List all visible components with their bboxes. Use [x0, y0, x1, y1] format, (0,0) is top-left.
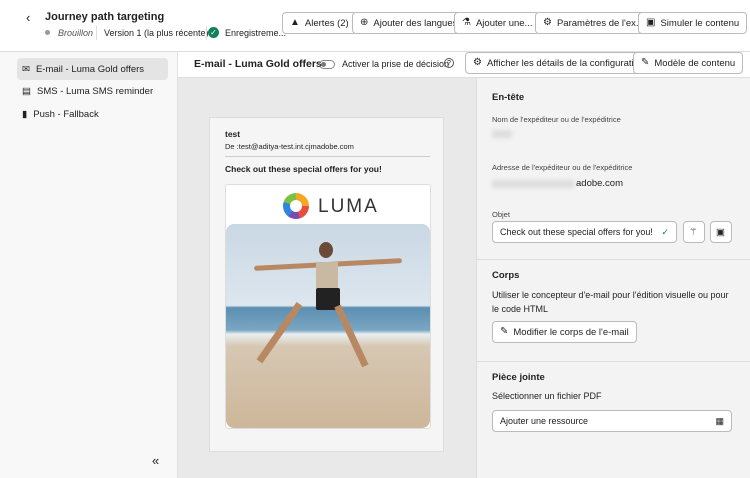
decision-toggle-label: Activer la prise de décision — [342, 59, 450, 69]
magic-wand-icon: ⚚ — [689, 226, 698, 238]
email-icon: ✉ — [22, 63, 30, 75]
page-title: Journey path targeting — [45, 11, 165, 23]
sidebar-item-label: E-mail - Luma Gold offers — [35, 63, 145, 75]
sidebar-item-push[interactable]: ▮ Push - Fallback — [17, 103, 168, 125]
header: ‹ Journey path targeting Brouillon Versi… — [0, 0, 750, 52]
sms-icon: ▤ — [22, 85, 31, 97]
hero-image — [226, 224, 430, 428]
luma-logo-text: LUMA — [318, 196, 379, 217]
valid-check-icon: ✓ — [661, 226, 669, 237]
execution-settings-label: Paramètres de l'ex... — [556, 17, 644, 29]
body-description: Utiliser le concepteur d'e-mail pour l'é… — [492, 290, 729, 314]
add-languages-button[interactable]: ⊕ Ajouter des langues — [352, 12, 466, 34]
preview-sender: test — [225, 129, 241, 139]
content-title: E-mail - Luma Gold offers — [194, 58, 322, 70]
globe-icon: ⊕ — [360, 17, 369, 28]
email-body: LUMA — [225, 184, 431, 429]
add-experiment-button[interactable]: ⚗ Ajouter une... — [454, 12, 541, 34]
warning-icon: ▲ — [290, 17, 300, 28]
settings-icon: ⚙ — [543, 17, 552, 28]
push-icon: ▮ — [22, 108, 28, 120]
sidebar-item-sms[interactable]: ▤ SMS - Luma SMS reminder — [17, 80, 168, 102]
status-dot — [45, 30, 50, 35]
template-icon: ✎ — [641, 57, 650, 68]
sidebar-item-label: Push - Fallback — [33, 108, 99, 120]
attachment-section-title: Pièce jointe — [492, 372, 545, 383]
show-config-label: Afficher les détails de la configuration — [486, 57, 645, 69]
collapse-sidebar-icon[interactable]: « — [152, 453, 159, 468]
sender-name-label: Nom de l'expéditeur ou de l'expéditrice — [492, 115, 621, 124]
subject-value: Check out these special offers for you! — [500, 227, 653, 237]
preview-from: De :test@aditya-test.int.cjmadobe.com — [225, 142, 354, 151]
help-icon[interactable]: ? — [444, 58, 454, 68]
execution-settings-button[interactable]: ⚙ Paramètres de l'ex... — [535, 12, 652, 34]
attachment-description: Sélectionner un fichier PDF — [492, 391, 602, 401]
add-languages-label: Ajouter des langues — [373, 17, 458, 29]
simulate-content-label: Simuler le contenu — [660, 17, 740, 29]
content-toolbar: E-mail - Luma Gold offers Activer la pri… — [178, 52, 750, 78]
alerts-label: Alertes (2) — [304, 17, 349, 29]
email-preview: test De :test@aditya-test.int.cjmadobe.c… — [209, 117, 444, 452]
experiment-icon: ⚗ — [462, 17, 471, 28]
alerts-button[interactable]: ▲ Alertes (2) — [282, 12, 357, 34]
version-label: Version 1 (la plus récente) — [104, 28, 209, 38]
config-icon: ⚙ — [473, 57, 482, 68]
edit-email-body-label: Modifier le corps de l'e-mail — [513, 326, 629, 338]
back-icon[interactable]: ‹ — [26, 10, 30, 25]
ai-assistant-button[interactable]: ⚚ — [683, 221, 705, 243]
sender-address-label: Adresse de l'expéditeur ou de l'expéditr… — [492, 163, 633, 172]
status-label: Brouillon — [58, 28, 94, 38]
saved-status: Enregistreme... — [225, 28, 287, 38]
sender-address-redacted — [492, 180, 574, 188]
add-resource-label: Ajouter une ressource — [500, 416, 589, 426]
content-template-label: Modèle de contenu — [654, 57, 736, 69]
simulate-icon: ▣ — [646, 17, 656, 28]
body-section-title: Corps — [492, 270, 520, 281]
check-circle-icon: ✓ — [208, 27, 219, 38]
asset-picker-icon[interactable]: ▦ — [715, 416, 724, 427]
personalization-icon: ▣ — [716, 226, 725, 238]
personalize-button[interactable]: ▣ — [710, 221, 732, 243]
subject-label: Objet — [492, 210, 510, 219]
luma-logo-icon — [283, 193, 309, 219]
edit-email-body-button[interactable]: ✎ Modifier le corps de l'e-mail — [492, 321, 637, 343]
sidebar-item-email[interactable]: ✉ E-mail - Luma Gold offers — [17, 58, 168, 80]
preview-subject: Check out these special offers for you! — [225, 164, 382, 174]
subject-input[interactable]: Check out these special offers for you! ✓ — [492, 221, 677, 243]
show-config-button[interactable]: ⚙ Afficher les détails de la configuratio… — [465, 52, 653, 74]
pencil-icon: ✎ — [500, 326, 509, 337]
sidebar: ✉ E-mail - Luma Gold offers ▤ SMS - Luma S… — [0, 52, 178, 478]
add-experiment-label: Ajouter une... — [475, 17, 533, 29]
add-resource-input[interactable]: Ajouter une ressource ▦ — [492, 410, 732, 432]
content-template-button[interactable]: ✎ Modèle de contenu — [633, 52, 744, 74]
properties-panel: En-tête Nom de l'expéditeur ou de l'expé… — [476, 78, 750, 478]
decision-toggle[interactable] — [319, 60, 335, 69]
sender-address-value: adobe.com — [576, 178, 624, 189]
sender-name-value — [492, 130, 512, 138]
header-section-title: En-tête — [492, 92, 525, 103]
simulate-content-button[interactable]: ▣ Simuler le contenu — [638, 12, 748, 34]
sidebar-item-label: SMS - Luma SMS reminder — [36, 85, 154, 97]
